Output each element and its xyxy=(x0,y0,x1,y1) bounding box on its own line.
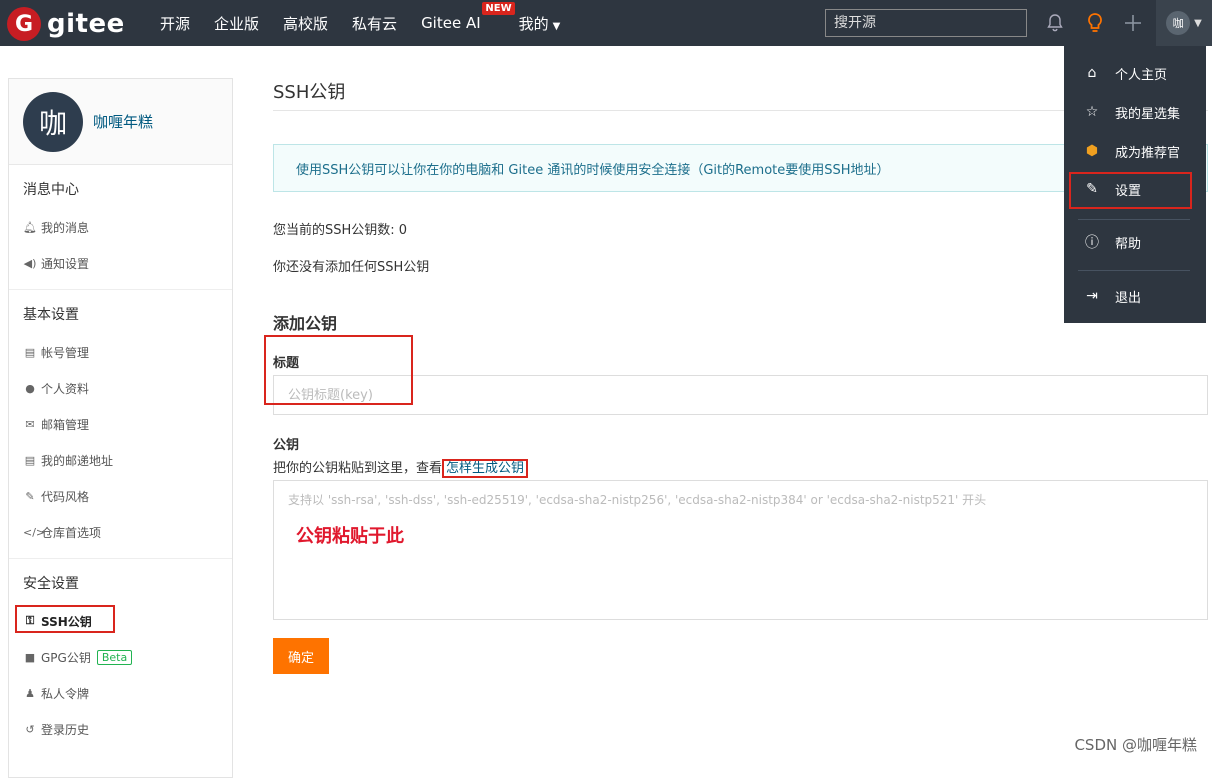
sidebar-item-label: 我的邮递地址 xyxy=(41,453,114,468)
star-icon: ☆ xyxy=(1085,104,1099,120)
sidebar-item-label: 私人令牌 xyxy=(41,686,90,701)
menu-item-logout[interactable]: ⇥ 退出 xyxy=(1064,280,1206,312)
sidebar-item-label: GPG公钥 xyxy=(41,650,91,665)
key-label: 公钥 xyxy=(273,438,300,453)
sidebar-item-address[interactable]: ▤ 我的邮递地址 xyxy=(9,442,232,478)
nav-gitee-ai-label: Gitee AI xyxy=(421,14,481,32)
sidebar-item-code-style[interactable]: ✎ 代码风格 xyxy=(9,478,232,514)
avatar[interactable]: 咖 xyxy=(23,91,83,152)
menu-item-home[interactable]: ⌂ 个人主页 xyxy=(1064,57,1206,89)
sidebar-item-private-tokens[interactable]: ♟ 私人令牌 xyxy=(9,675,232,711)
address-card-icon: ▤ xyxy=(24,453,36,467)
code-icon: </> xyxy=(23,525,46,539)
key-field-wrap: 公钥粘贴于此 xyxy=(273,480,1208,624)
section-security: 安全设置 ⚿ SSH公钥 ■ GPG公钥 Beta ♟ 私人令牌 ↺ 登录历史 xyxy=(9,559,232,755)
menu-item-label: 成为推荐官 xyxy=(1115,145,1181,161)
sidebar-item-my-messages[interactable]: 🔔︎ 我的消息 xyxy=(9,209,232,245)
sidebar-item-account[interactable]: ▤ 帐号管理 xyxy=(9,334,232,370)
menu-item-referrer[interactable]: ⬢ 成为推荐官 xyxy=(1064,135,1206,167)
username-link[interactable]: 咖喱年糕 xyxy=(93,111,153,132)
gitee-logo-icon: G xyxy=(7,7,41,41)
lightbulb-icon[interactable] xyxy=(1083,11,1107,35)
paste-annotation: 公钥粘贴于此 xyxy=(296,526,404,547)
sidebar-item-label: 登录历史 xyxy=(41,722,90,737)
sidebar-item-label: 通知设置 xyxy=(41,256,90,271)
speaker-icon: ◀) xyxy=(23,256,37,270)
nav-mine-label: 我的 xyxy=(518,14,549,33)
sidebar-item-label: 我的消息 xyxy=(41,220,90,235)
public-key-textarea[interactable] xyxy=(273,480,1208,620)
sidebar-item-repo-preferences[interactable]: </> 仓库首选项 xyxy=(9,514,232,550)
key-hint: 把你的公钥粘贴到这里，查看 怎样生成公钥 xyxy=(273,457,1208,478)
sidebar-item-notification-settings[interactable]: ◀) 通知设置 xyxy=(9,245,232,281)
confirm-button[interactable]: 确定 xyxy=(273,638,329,674)
section-title: 基本设置 xyxy=(23,307,79,323)
user-secret-icon: ♟ xyxy=(25,686,35,700)
section-title: 安全设置 xyxy=(23,576,79,592)
beta-badge: Beta xyxy=(96,649,133,665)
sidebar-item-email[interactable]: ✉ 邮箱管理 xyxy=(9,406,232,442)
sidebar-item-login-history[interactable]: ↺ 登录历史 xyxy=(9,711,232,747)
menu-item-help[interactable]: ⓘ 帮助 xyxy=(1064,226,1206,258)
help-icon: ⓘ xyxy=(1085,235,1099,251)
key-hint-text: 把你的公钥粘贴到这里，查看 xyxy=(273,461,443,476)
search-input[interactable] xyxy=(825,9,1027,37)
sidebar-item-profile[interactable]: ● 个人资料 xyxy=(9,370,232,406)
title-label: 标题 xyxy=(273,356,300,371)
nav-open-source[interactable]: 开源 xyxy=(160,13,190,34)
profile-card: 咖 咖喱年糕 xyxy=(9,79,232,165)
menu-divider xyxy=(1078,270,1190,271)
menu-item-label: 我的星选集 xyxy=(1115,106,1181,122)
section-basic: 基本设置 ▤ 帐号管理 ● 个人资料 ✉ 邮箱管理 ▤ 我的邮递地址 ✎ 代码风格 </>… xyxy=(9,290,232,559)
chevron-down-icon: ▼ xyxy=(1194,17,1202,29)
logout-icon: ⇥ xyxy=(1086,288,1098,304)
gitee-logo-text: gitee xyxy=(47,9,125,39)
mail-icon: ✉ xyxy=(25,417,35,431)
history-icon: ↺ xyxy=(25,722,35,736)
menu-item-label: 个人主页 xyxy=(1115,67,1168,83)
nav-gitee-ai[interactable]: Gitee AI NEW xyxy=(421,2,515,32)
plus-icon[interactable] xyxy=(1121,11,1145,35)
main-nav: 开源 企业版 高校版 私有云 Gitee AI NEW 我的 ▼ xyxy=(160,0,584,46)
gitee-logo[interactable]: G gitee xyxy=(7,7,125,41)
sidebar-item-label: 代码风格 xyxy=(41,489,90,504)
menu-item-collections[interactable]: ☆ 我的星选集 xyxy=(1064,96,1206,128)
user-menu-button[interactable]: 咖 ▼ xyxy=(1156,0,1212,46)
top-navbar: G gitee 开源 企业版 高校版 私有云 Gitee AI NEW 我的 ▼ … xyxy=(0,0,1212,46)
user-avatar: 咖 xyxy=(1166,11,1191,35)
watermark: CSDN @咖喱年糕 xyxy=(1074,736,1197,754)
section-title: 消息中心 xyxy=(23,182,79,198)
highlight-box-title xyxy=(264,335,413,405)
sidebar-item-label: 邮箱管理 xyxy=(41,417,90,432)
settings-sidebar: 咖 咖喱年糕 消息中心 🔔︎ 我的消息 ◀) 通知设置 基本设置 ▤ 帐号管理 ● 个人… xyxy=(8,78,233,778)
brush-icon: ✎ xyxy=(25,489,35,503)
gitee-badge-icon: ⬢ xyxy=(1085,143,1099,159)
highlight-box-ssh xyxy=(15,605,115,633)
nav-mine[interactable]: 我的 ▼ xyxy=(519,13,561,34)
menu-divider xyxy=(1078,219,1190,220)
menu-item-label: 退出 xyxy=(1115,290,1142,306)
user-icon: ● xyxy=(25,381,35,395)
sidebar-item-label: 仓库首选项 xyxy=(41,525,102,540)
new-badge: NEW xyxy=(482,2,515,15)
sidebar-item-label: 个人资料 xyxy=(41,381,90,396)
bell-icon: 🔔︎ xyxy=(23,220,37,234)
sidebar-item-gpg-keys[interactable]: ■ GPG公钥 Beta xyxy=(9,639,232,675)
nav-education[interactable]: 高校版 xyxy=(283,13,328,34)
nav-enterprise[interactable]: 企业版 xyxy=(214,13,259,34)
lock-icon: ■ xyxy=(24,650,36,664)
id-card-icon: ▤ xyxy=(24,345,36,359)
how-to-generate-link[interactable]: 怎样生成公钥 xyxy=(442,459,529,478)
home-icon: ⌂ xyxy=(1087,65,1097,81)
menu-item-label: 帮助 xyxy=(1115,236,1142,252)
nav-private-cloud[interactable]: 私有云 xyxy=(352,13,397,34)
notification-bell-icon[interactable] xyxy=(1043,11,1067,35)
key-title-input[interactable] xyxy=(273,375,1208,415)
section-messages: 消息中心 🔔︎ 我的消息 ◀) 通知设置 xyxy=(9,165,232,290)
sidebar-item-label: 帐号管理 xyxy=(41,345,90,360)
highlight-box-settings xyxy=(1069,172,1192,209)
chevron-down-icon: ▼ xyxy=(552,20,561,32)
